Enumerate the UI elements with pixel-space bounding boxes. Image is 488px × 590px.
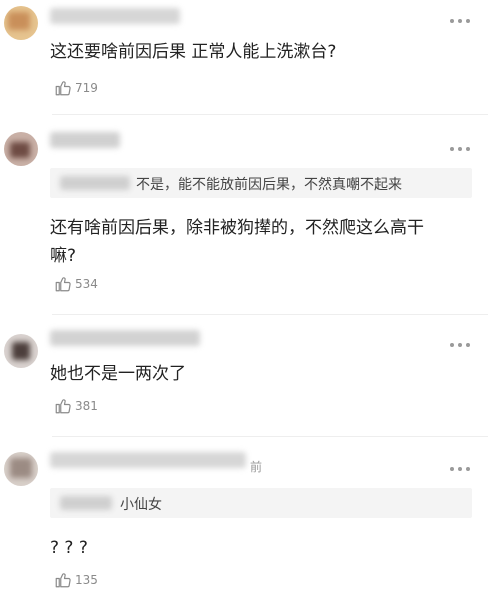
like-count: 534 xyxy=(75,277,98,291)
thumbs-up-icon xyxy=(55,81,71,96)
quoted-text: 小仙女 xyxy=(120,497,162,513)
thumbs-up-icon xyxy=(55,277,71,292)
quoted-text: 不是，能不能放前因后果，不然真嘲不起来 xyxy=(136,177,402,193)
comment-text: 她也不是一两次了 xyxy=(50,364,186,384)
comment-item: 这还要啥前因后果 正常人能上洗漱台? 719 xyxy=(0,0,488,108)
more-options-icon[interactable] xyxy=(450,466,470,472)
username[interactable] xyxy=(50,452,246,468)
thumbs-up-icon xyxy=(55,573,71,588)
more-options-icon[interactable] xyxy=(450,18,470,24)
quoted-username xyxy=(60,496,112,510)
more-options-icon[interactable] xyxy=(450,146,470,152)
avatar[interactable] xyxy=(4,334,38,368)
comment-item: 不是，能不能放前因后果，不然真嘲不起来 还有啥前因后果，除非被狗撵的，不然爬这么… xyxy=(0,122,488,312)
avatar[interactable] xyxy=(4,132,38,166)
comment-text: ? ? ? xyxy=(50,538,88,558)
quoted-username xyxy=(60,176,130,190)
thumbs-up-icon xyxy=(55,399,71,414)
avatar[interactable] xyxy=(4,6,38,40)
quoted-reply: 不是，能不能放前因后果，不然真嘲不起来 xyxy=(50,168,472,198)
username[interactable] xyxy=(50,330,200,346)
quoted-reply: 小仙女 xyxy=(50,488,472,518)
comment-text: 还有啥前因后果，除非被狗撵的，不然爬这么高干嘛? xyxy=(50,218,424,266)
divider xyxy=(52,314,488,315)
like-count: 381 xyxy=(75,399,98,413)
like-button[interactable]: 719 xyxy=(54,78,98,98)
like-button[interactable]: 381 xyxy=(54,396,98,416)
like-count: 719 xyxy=(75,81,98,95)
like-button[interactable]: 534 xyxy=(54,274,98,294)
divider xyxy=(52,436,488,437)
comment-item: 她也不是一两次了 381 xyxy=(0,322,488,434)
username[interactable] xyxy=(50,8,180,24)
more-options-icon[interactable] xyxy=(450,342,470,348)
divider xyxy=(52,114,488,115)
comment-item: 前 小仙女 ? ? ? 135 xyxy=(0,444,488,588)
like-button[interactable]: 135 xyxy=(54,570,98,590)
username[interactable] xyxy=(50,132,120,148)
like-count: 135 xyxy=(75,573,98,587)
comment-text: 这还要啥前因后果 正常人能上洗漱台? xyxy=(50,42,337,62)
timestamp: 前 xyxy=(250,460,263,474)
avatar[interactable] xyxy=(4,452,38,486)
